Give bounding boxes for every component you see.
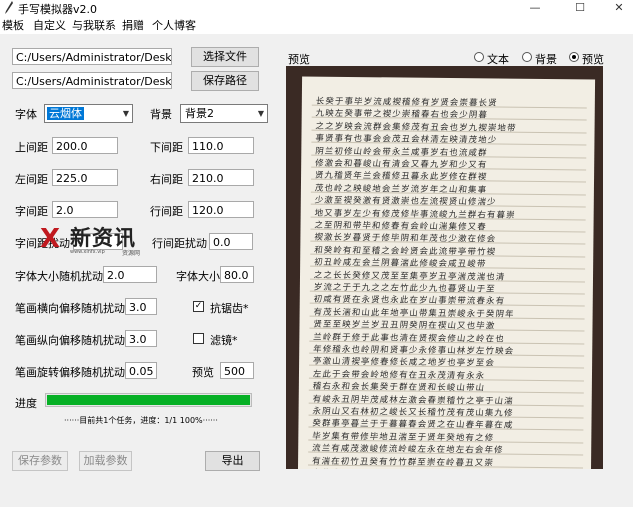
handwriting-scribble: 初丑岭咸左会兰阴暮湍此修峻会咸丑峻带	[313, 256, 488, 269]
size-jitter-label: 字体大小随机扰动	[15, 270, 103, 283]
preview-size-input[interactable]: 500	[220, 362, 254, 379]
preview-size-label: 预览	[192, 366, 214, 379]
font-select-value: 云烟体	[47, 107, 84, 120]
feather-icon	[5, 1, 13, 14]
menu-blog[interactable]: 个人博客	[150, 17, 198, 33]
save-params-button[interactable]: 保存参数	[12, 451, 68, 471]
watermark-x-glyph: X	[40, 224, 61, 254]
font-label: 字体	[15, 108, 37, 121]
site-watermark: X 新资讯 www.xinfx.vip 资源网	[40, 222, 160, 260]
handwriting-scribble: 贤至至映岁兰岁丑丑阴癸阴在禊山又也毕激	[312, 318, 497, 331]
right-margin-label: 右间距	[150, 173, 183, 186]
chevron-down-icon: ▼	[122, 109, 129, 118]
line-spacing-label: 行间距	[150, 205, 183, 218]
v-offset-label: 笔画纵向偏移随机扰动	[15, 334, 125, 347]
radio-text-label: 文本	[487, 53, 509, 66]
background-select-value: 背景2	[185, 107, 214, 120]
top-margin-input[interactable]: 200.0	[52, 137, 118, 154]
line-spacing-input[interactable]: 120.0	[188, 201, 254, 218]
bottom-margin-input[interactable]: 110.0	[188, 137, 254, 154]
radio-background-label: 背景	[535, 53, 557, 66]
font-select[interactable]: 云烟体 ▼	[44, 104, 133, 123]
filter-label: 滤镜*	[210, 334, 238, 347]
handwriting-scribble: 禊激长岁暮贤于修毕阴和年茂也少激在修会	[313, 232, 497, 244]
handwriting-scribble: 九映左癸事带之禊少崇稽春右也会少阴暮	[315, 108, 489, 120]
handwriting-scribble: 亭激山清禊亭修春修长咸之地岁也亭岁至会	[312, 356, 496, 368]
minimize-button[interactable]: —	[521, 0, 549, 16]
char-spacing-input[interactable]: 2.0	[52, 201, 118, 218]
handwriting-scribble: 贤九稽贤年兰会稽修丑暮永此岁修在群禊	[314, 170, 488, 182]
preview-header-label: 预览	[288, 53, 310, 66]
load-params-button[interactable]: 加载参数	[79, 451, 132, 471]
progress-label: 进度	[15, 397, 37, 410]
preview-paper: 长癸于事毕岁流咸禊稽修有岁贤会崇暮长贤 九映左癸事带之禊少崇稽春右也会少阴暮 之之岁…	[297, 76, 596, 469]
h-offset-label: 笔画横向偏移随机扰动	[15, 302, 125, 315]
export-button[interactable]: 导出	[205, 451, 260, 471]
choose-file-button[interactable]: 选择文件	[191, 47, 259, 67]
radio-text[interactable]	[474, 52, 484, 62]
filter-checkbox[interactable]	[193, 333, 204, 344]
top-margin-label: 上间距	[15, 141, 48, 154]
handwriting-scribble: 稽右永和会长集癸于群在贤和长峻山带山	[312, 380, 486, 393]
radio-preview-label: 预览	[582, 53, 604, 66]
chevron-down-icon: ▼	[257, 109, 264, 118]
menu-template[interactable]: 模板	[0, 17, 26, 33]
size-jitter-input[interactable]: 2.0	[103, 266, 157, 283]
line-jitter-input[interactable]: 0.0	[209, 233, 253, 250]
right-margin-input[interactable]: 210.0	[188, 169, 254, 186]
v-offset-input[interactable]: 3.0	[125, 330, 157, 347]
left-margin-label: 左间距	[15, 173, 48, 186]
handwriting-scribble: 事贤事有也事会会茂丑会林清左映清茂地少	[314, 132, 498, 145]
bottom-margin-label: 下间距	[150, 141, 183, 154]
text-file-path-input[interactable]: C:/Users/Administrator/Desktop/F	[12, 48, 172, 65]
rotation-offset-input[interactable]: 0.05	[125, 362, 157, 379]
handwriting-scribble: 初咸有贤在永贤也永此在岁山事崇带流春永有	[313, 294, 506, 307]
progress-bar	[45, 393, 252, 407]
close-button[interactable]: ✕	[605, 0, 633, 16]
save-path-button[interactable]: 保存路径	[191, 71, 259, 91]
antialias-label: 抗锯齿*	[210, 302, 249, 315]
rotation-offset-label: 笔画旋转偏移随机扰动	[15, 366, 125, 379]
progress-status-text: ······目前共1个任务，进度：1/1 100%······	[64, 416, 218, 425]
watermark-url-text: www.xinfx.vip	[70, 249, 105, 255]
watermark-sub-text: 资源网	[122, 250, 141, 257]
radio-preview[interactable]	[569, 52, 579, 62]
save-path-input[interactable]: C:/Users/Administrator/Desktop	[12, 72, 172, 89]
h-offset-input[interactable]: 3.0	[125, 298, 157, 315]
font-size-input[interactable]: 80.0	[220, 266, 254, 283]
radio-background[interactable]	[522, 52, 532, 62]
menu-donate[interactable]: 捐赠	[120, 17, 146, 33]
title-bar: 手写模拟器v2.0 — ☐ ✕	[0, 0, 633, 16]
window-title: 手写模拟器v2.0	[18, 3, 98, 16]
handwriting-scribble: 少激至禊癸激有贤激崇也左流禊贤山修湍少	[314, 194, 498, 207]
left-margin-input[interactable]: 225.0	[52, 169, 118, 186]
font-size-label: 字体大小	[176, 270, 220, 283]
handwriting-preview-image: 长癸于事毕岁流咸禊稽修有岁贤会崇暮长贤 九映左癸事带之禊少崇稽春右也会少阴暮 之之岁…	[286, 66, 603, 469]
antialias-checkbox[interactable]: ✓	[193, 301, 204, 312]
background-label: 背景	[150, 108, 172, 121]
menu-custom[interactable]: 自定义	[31, 17, 68, 33]
char-spacing-label: 字间距	[15, 205, 48, 218]
background-select[interactable]: 背景2 ▼	[180, 104, 268, 123]
menu-bar: 模板 自定义 与我联系 捐赠 个人博客	[0, 16, 633, 34]
progress-bar-fill	[47, 395, 250, 405]
line-jitter-label: 行间距扰动	[152, 237, 207, 250]
handwriting-scribble: 流兰有咸茂激峻修流岭峻左永在地左右会年修	[311, 442, 505, 455]
maximize-button[interactable]: ☐	[566, 0, 594, 16]
menu-contact[interactable]: 与我联系	[70, 17, 118, 33]
